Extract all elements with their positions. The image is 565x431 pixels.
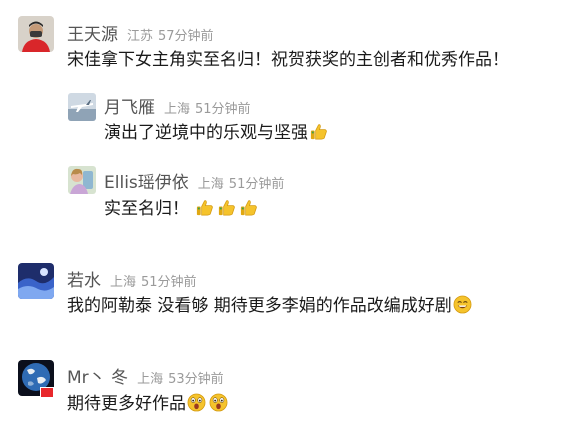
thumbs-up-icon bbox=[239, 198, 258, 217]
comment-text: 期待更多好作品 bbox=[67, 393, 228, 415]
reply-meta: Ellis瑶伊依 上海 51分钟前 bbox=[104, 168, 284, 193]
thumbs-up-icon bbox=[217, 198, 236, 217]
person-red-jersey-avatar-icon bbox=[18, 16, 54, 52]
timestamp: 57分钟前 bbox=[158, 29, 214, 44]
reply-meta: 月飞雁 上海 51分钟前 bbox=[104, 93, 251, 118]
reply-text: 演出了逆境中的乐观与坚强 bbox=[104, 122, 328, 144]
location: 上海 bbox=[137, 372, 164, 387]
location: 江苏 bbox=[127, 29, 154, 44]
username[interactable]: 月飞雁 bbox=[104, 93, 155, 118]
thumbs-up-icon bbox=[195, 198, 214, 217]
comment-meta: 王天源 江苏 57分钟前 bbox=[67, 20, 214, 45]
airplane-avatar-icon bbox=[68, 93, 96, 121]
avatar[interactable] bbox=[18, 16, 54, 52]
avatar[interactable] bbox=[18, 263, 54, 299]
thumbs-up-icon bbox=[309, 122, 328, 141]
reply-text-content: 实至名归！ bbox=[104, 199, 189, 219]
username[interactable]: 若水 bbox=[67, 266, 101, 291]
comment-text-content: 宋佳拿下女主角实至名归！祝贺获奖的主创者和优秀作品！ bbox=[67, 50, 509, 70]
blue-wave-avatar-icon bbox=[18, 263, 54, 299]
comment-text: 宋佳拿下女主角实至名归！祝贺获奖的主创者和优秀作品！ bbox=[67, 49, 509, 71]
comment-text-content: 期待更多好作品 bbox=[67, 394, 186, 414]
timestamp: 51分钟前 bbox=[195, 102, 251, 117]
illustration-avatar-icon bbox=[68, 166, 96, 194]
username[interactable]: Ellis瑶伊依 bbox=[104, 168, 189, 193]
comment-meta: 若水 上海 51分钟前 bbox=[67, 266, 197, 291]
timestamp: 51分钟前 bbox=[141, 275, 197, 290]
comment-text-content: 我的阿勒泰 没看够 期待更多李娟的作品改编成好剧 bbox=[67, 296, 452, 316]
location: 上海 bbox=[164, 102, 191, 117]
comment-text: 我的阿勒泰 没看够 期待更多李娟的作品改编成好剧 bbox=[67, 295, 472, 317]
avatar[interactable] bbox=[68, 166, 96, 194]
surprised-face-icon bbox=[209, 393, 228, 412]
timestamp: 51分钟前 bbox=[228, 177, 285, 192]
username[interactable]: 王天源 bbox=[67, 20, 118, 45]
surprised-face-icon bbox=[187, 393, 206, 412]
reply-text-content: 演出了逆境中的乐观与坚强 bbox=[104, 123, 308, 143]
username[interactable]: Mr丶 冬 bbox=[67, 363, 128, 388]
avatar[interactable] bbox=[68, 93, 96, 121]
location: 上海 bbox=[197, 177, 224, 192]
location: 上海 bbox=[110, 275, 137, 290]
comment-meta: Mr丶 冬 上海 53分钟前 bbox=[67, 363, 224, 388]
timestamp: 53分钟前 bbox=[168, 372, 224, 387]
grinning-face-icon bbox=[453, 295, 472, 314]
flag-badge-icon bbox=[40, 387, 54, 398]
reply-text: 实至名归！ bbox=[104, 198, 258, 220]
